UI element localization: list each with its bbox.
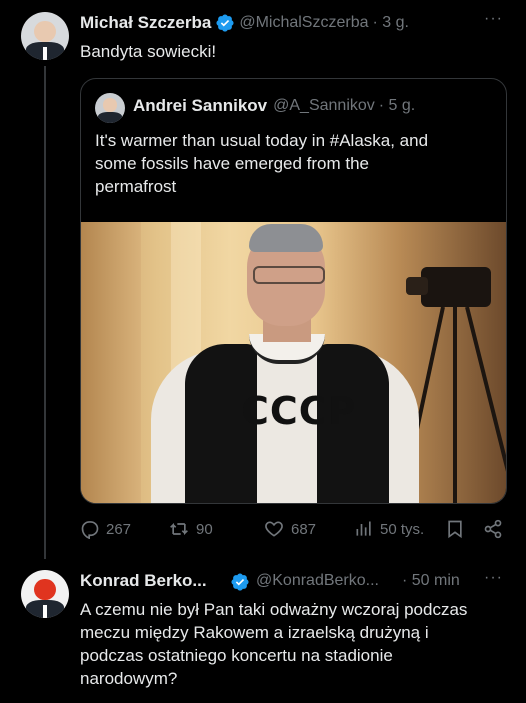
avatar-face bbox=[34, 578, 56, 600]
photo-person-glasses bbox=[253, 266, 325, 284]
more-options-icon[interactable]: ··· bbox=[484, 10, 503, 28]
quoted-text-line: permafrost bbox=[95, 177, 177, 196]
reply-header: Konrad Berko... @KonradBerko... · 50 min bbox=[80, 571, 500, 593]
analytics-icon bbox=[356, 521, 371, 536]
verified-badge-icon bbox=[216, 14, 234, 32]
heart-icon bbox=[265, 521, 283, 537]
tweet-photo[interactable]: CCCP bbox=[81, 222, 506, 503]
reply-button[interactable]: 267 bbox=[80, 519, 131, 539]
avatar-konrad[interactable] bbox=[21, 570, 69, 618]
retweet-count: 90 bbox=[196, 520, 213, 538]
reply-text-line: A czemu nie był Pan taki odważny wczoraj… bbox=[80, 600, 468, 619]
views-button[interactable]: 50 tys. bbox=[354, 519, 424, 539]
bookmark-button[interactable] bbox=[445, 519, 465, 539]
reply-author-handle[interactable]: @KonradBerko... bbox=[256, 572, 379, 590]
quoted-author-handle: @A_Sannikov bbox=[273, 97, 375, 114]
quoted-tweet-card[interactable]: Andrei Sannikov @A_Sannikov · 5 g. It's … bbox=[80, 78, 507, 504]
photo-person-hair bbox=[249, 224, 323, 252]
verified-badge-icon bbox=[231, 573, 249, 591]
photo-tripod-leg bbox=[465, 306, 506, 502]
reply-body: A czemu nie był Pan taki odważny wczoraj… bbox=[80, 598, 520, 690]
quoted-tweet-time: · 5 g. bbox=[378, 97, 416, 114]
share-button[interactable] bbox=[483, 519, 503, 539]
photo-camera-lens bbox=[406, 277, 428, 295]
like-button[interactable]: 687 bbox=[263, 519, 316, 539]
reply-count: 267 bbox=[106, 520, 132, 538]
author-name[interactable]: Michał Szczerba bbox=[80, 13, 211, 33]
avatar-face bbox=[103, 98, 117, 112]
avatar-sannikov bbox=[95, 93, 125, 123]
view-count: 50 tys. bbox=[380, 520, 425, 538]
quoted-author-name: Andrei Sannikov bbox=[133, 96, 268, 115]
quoted-text-line: It's warmer than usual today in #Alaska,… bbox=[95, 131, 429, 150]
tweet-time[interactable]: · 3 g. bbox=[373, 14, 409, 32]
tweet-header: Michał Szczerba @MichalSzczerba · 3 g. bbox=[80, 13, 409, 33]
reply-text-line: narodowym? bbox=[80, 669, 178, 688]
thread-connector-line bbox=[44, 66, 46, 559]
quoted-tweet-body: It's warmer than usual today in #Alaska,… bbox=[95, 129, 495, 198]
bookmark-icon bbox=[448, 520, 462, 539]
reply-icon bbox=[81, 521, 99, 539]
retweet-button[interactable]: 90 bbox=[168, 519, 213, 539]
photo-tripod-leg bbox=[453, 307, 457, 503]
more-options-icon[interactable]: ··· bbox=[484, 569, 503, 587]
reply-text-line: meczu między Rakowem a izraelską drużyną… bbox=[80, 623, 429, 642]
tweet-body: Bandyta sowiecki! bbox=[80, 42, 217, 61]
avatar-michal[interactable] bbox=[21, 12, 69, 60]
avatar-shirt bbox=[43, 604, 47, 618]
reply-text-line: podczas ostatniego koncertu na stadionie bbox=[80, 646, 393, 665]
share-icon bbox=[484, 519, 502, 539]
photo-curtain bbox=[81, 222, 141, 503]
retweet-icon bbox=[170, 522, 188, 536]
photo-shirt-text: CCCP bbox=[241, 389, 357, 433]
author-handle[interactable]: @MichalSzczerba bbox=[239, 14, 368, 32]
avatar-face bbox=[34, 20, 56, 42]
reply-time[interactable]: · 50 min bbox=[402, 572, 460, 590]
quoted-text-line: some fossils have emerged from the bbox=[95, 154, 370, 173]
avatar-shirt bbox=[43, 46, 47, 60]
like-count: 687 bbox=[291, 520, 317, 538]
reply-author-name[interactable]: Konrad Berko... bbox=[80, 571, 207, 591]
quoted-tweet-header: Andrei Sannikov @A_Sannikov · 5 g. bbox=[133, 96, 415, 116]
avatar-suit bbox=[98, 111, 122, 123]
photo-camera bbox=[421, 267, 491, 307]
